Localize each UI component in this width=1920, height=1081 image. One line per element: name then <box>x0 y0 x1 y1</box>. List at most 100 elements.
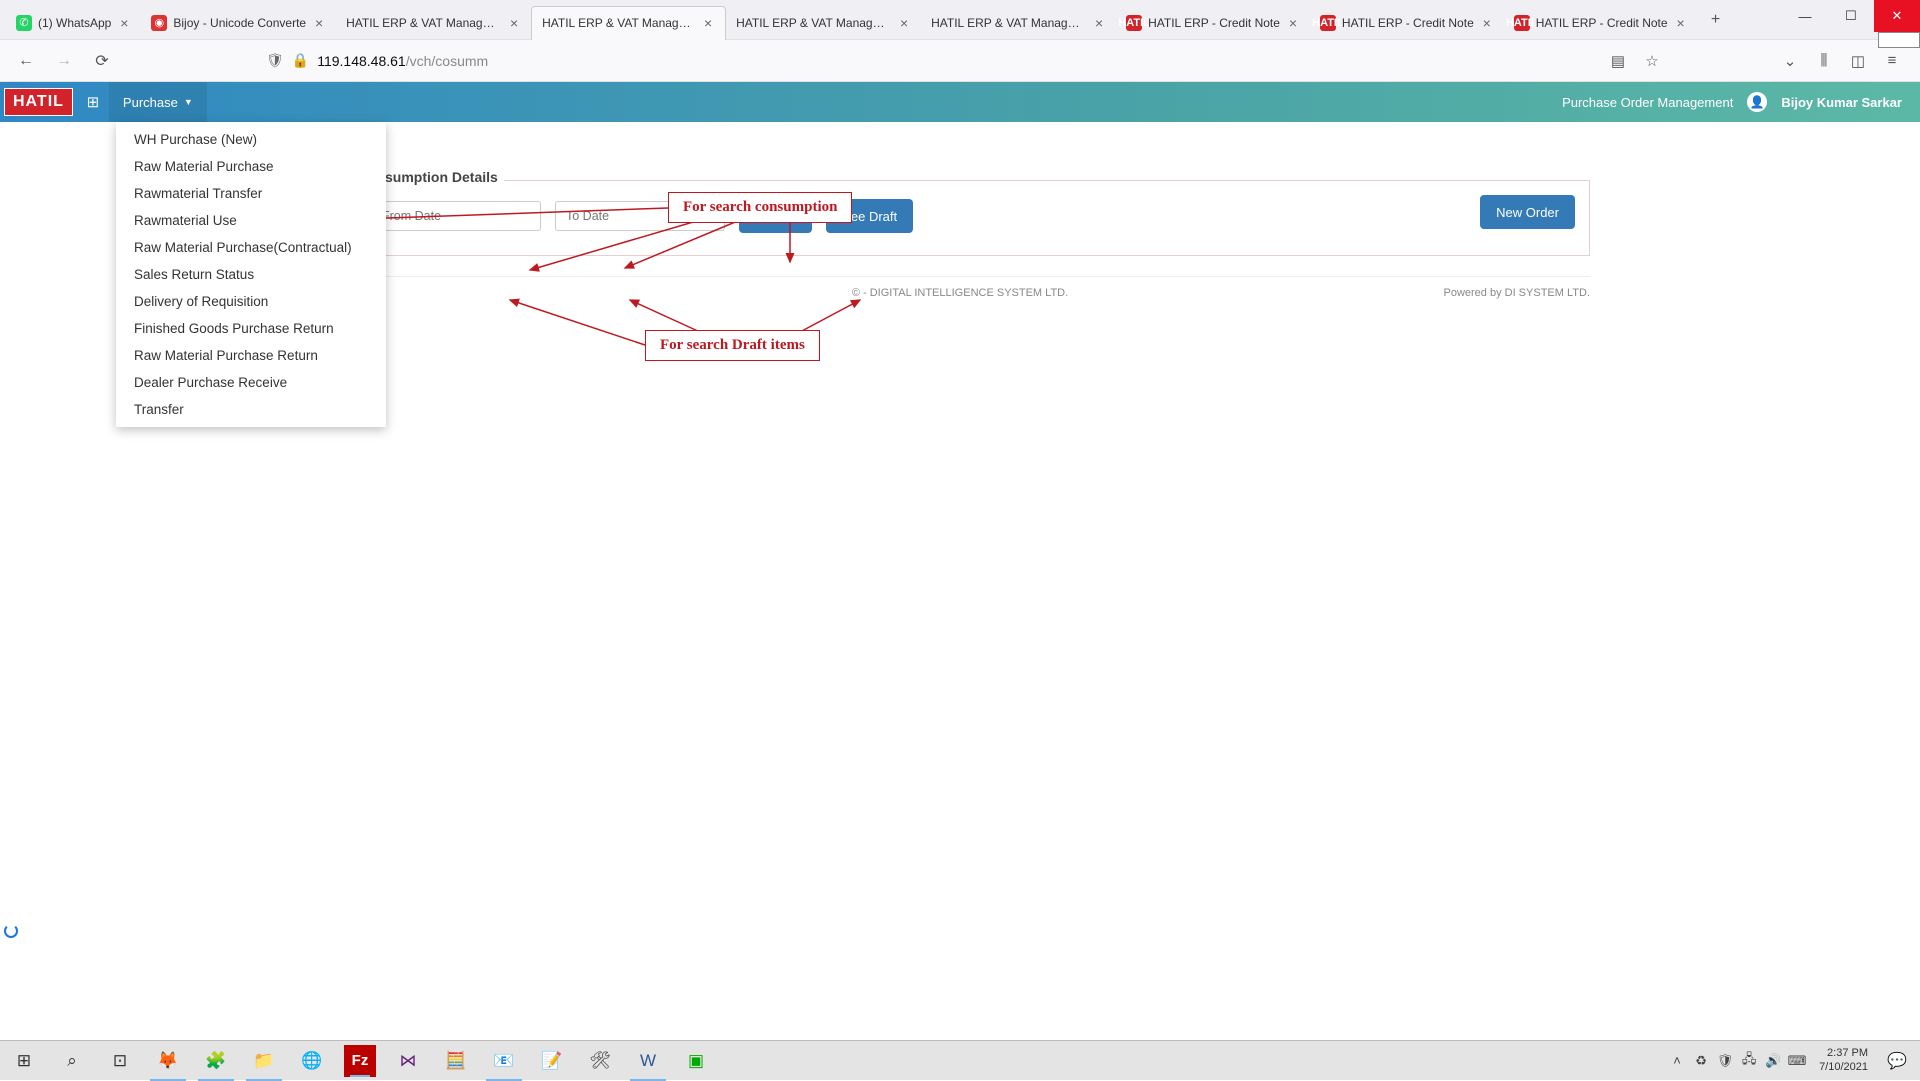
dd-raw-material-return[interactable]: Raw Material Purchase Return <box>116 342 386 369</box>
forward-button[interactable]: → <box>50 47 78 75</box>
tab-title: HATIL ERP - Credit Note <box>1536 16 1668 30</box>
window-close[interactable]: ✕ Close <box>1874 0 1920 32</box>
purchase-dropdown: WH Purchase (New) Raw Material Purchase … <box>116 122 386 427</box>
chrome-taskbar[interactable]: 🌐 <box>288 1041 336 1081</box>
reload-button[interactable]: ⟳ <box>88 47 116 75</box>
terminal-taskbar[interactable]: ▣ <box>672 1041 720 1081</box>
dd-raw-material-contractual[interactable]: Raw Material Purchase(Contractual) <box>116 234 386 261</box>
tab-hatil-4[interactable]: HATIL ERP & VAT Manageme × <box>921 6 1116 40</box>
new-tab-button[interactable]: + <box>1702 6 1730 34</box>
taskbar: ⊞ ⌕ ⊡ 🦊 🧩 📁 🌐 Fz ⋈ 🧮 📧 📝 🛠 W ▣ ˄ ♻ 🛡 🖧 🔊… <box>0 1040 1920 1080</box>
tray-sync-icon[interactable]: ♻ <box>1691 1051 1711 1071</box>
calculator-taskbar[interactable]: 🧮 <box>432 1041 480 1081</box>
tab-bijoy[interactable]: ◉ Bijoy - Unicode Converte × <box>141 6 336 40</box>
tab-title: HATIL ERP - Credit Note <box>1342 16 1474 30</box>
app-taskbar-2[interactable]: 🛠 <box>576 1041 624 1081</box>
tab-title: (1) WhatsApp <box>38 16 111 30</box>
filezilla-taskbar[interactable]: Fz <box>344 1045 376 1077</box>
tab-title: Bijoy - Unicode Converte <box>173 16 306 30</box>
new-order-button[interactable]: New Order <box>1480 195 1575 229</box>
bookmark-icon[interactable]: ☆ <box>1642 51 1662 71</box>
close-icon[interactable]: × <box>1286 16 1300 30</box>
dd-transfer[interactable]: Transfer <box>116 396 386 423</box>
tab-hatil-active[interactable]: HATIL ERP & VAT Manageme × <box>531 6 726 40</box>
back-button[interactable]: ← <box>12 47 40 75</box>
menu-icon[interactable]: ≡ <box>1882 51 1902 71</box>
close-icon[interactable]: × <box>701 16 715 30</box>
window-minimize[interactable]: — <box>1782 0 1828 32</box>
start-button[interactable]: ⊞ <box>0 1041 48 1081</box>
app-taskbar-1[interactable]: 🧩 <box>192 1041 240 1081</box>
tray-network-icon[interactable]: 🖧 <box>1739 1051 1759 1071</box>
lock-icon: 🔒 <box>292 52 309 69</box>
sidebar-icon[interactable]: ◫ <box>1848 51 1868 71</box>
tab-hatil-1[interactable]: HATIL ERP & VAT Manageme × <box>336 6 531 40</box>
dd-delivery-requisition[interactable]: Delivery of Requisition <box>116 288 386 315</box>
tray-chevron-icon[interactable]: ˄ <box>1667 1051 1687 1071</box>
tab-title: HATIL ERP - Credit Note <box>1148 16 1280 30</box>
panel-title: sumption Details <box>379 169 504 185</box>
notification-button[interactable]: 💬 <box>1880 1041 1914 1081</box>
close-icon[interactable]: × <box>312 16 326 30</box>
library-icon[interactable]: ⫼ <box>1814 51 1834 71</box>
logo[interactable]: HATIL <box>4 88 73 116</box>
hatil-icon: HATIL <box>1126 15 1142 31</box>
firefox-taskbar[interactable]: 🦊 <box>144 1041 192 1081</box>
pocket-icon[interactable]: ⌄ <box>1780 51 1800 71</box>
consumption-panel: sumption Details New Order Search See Dr… <box>330 180 1590 256</box>
tray-lang-icon[interactable]: ⌨ <box>1787 1051 1807 1071</box>
dd-sales-return-status[interactable]: Sales Return Status <box>116 261 386 288</box>
user-name[interactable]: Bijoy Kumar Sarkar <box>1781 95 1902 110</box>
browser-tab-strip: ✆ (1) WhatsApp × ◉ Bijoy - Unicode Conve… <box>0 0 1920 40</box>
dd-finished-goods-return[interactable]: Finished Goods Purchase Return <box>116 315 386 342</box>
tab-title: HATIL ERP & VAT Manageme <box>346 16 501 30</box>
whatsapp-icon: ✆ <box>16 15 32 31</box>
word-taskbar[interactable]: W <box>624 1041 672 1081</box>
loading-spinner-icon <box>4 924 18 938</box>
close-icon[interactable]: × <box>1092 16 1106 30</box>
taskbar-clock[interactable]: 2:37 PM 7/10/2021 <box>1811 1047 1876 1075</box>
browser-toolbar: ← → ⟳ 🛡 🔒 119.148.48.61/vch/cosumm ▤ ☆ ⌄… <box>0 40 1920 82</box>
tray-volume-icon[interactable]: 🔊 <box>1763 1051 1783 1071</box>
notes-taskbar[interactable]: 📝 <box>528 1041 576 1081</box>
dd-rawmaterial-transfer[interactable]: Rawmaterial Transfer <box>116 180 386 207</box>
search-button-taskbar[interactable]: ⌕ <box>48 1041 96 1081</box>
close-icon[interactable]: × <box>507 16 521 30</box>
hatil-icon: HATIL <box>1514 15 1530 31</box>
dd-raw-material-purchase[interactable]: Raw Material Purchase <box>116 153 386 180</box>
close-icon[interactable]: × <box>1480 16 1494 30</box>
tab-credit-3[interactable]: HATIL HATIL ERP - Credit Note × <box>1504 6 1698 40</box>
close-tooltip: Close <box>1878 32 1920 48</box>
from-date-input[interactable] <box>371 201 541 231</box>
task-view-button[interactable]: ⊡ <box>96 1041 144 1081</box>
visualstudio-taskbar[interactable]: ⋈ <box>384 1041 432 1081</box>
close-icon[interactable]: × <box>1674 16 1688 30</box>
tab-whatsapp[interactable]: ✆ (1) WhatsApp × <box>6 6 141 40</box>
caret-down-icon: ▼ <box>184 97 193 107</box>
avatar[interactable]: 👤 <box>1747 92 1767 112</box>
apps-icon[interactable]: ⊞ <box>77 86 109 118</box>
tab-title: HATIL ERP & VAT Manageme <box>931 16 1086 30</box>
tab-credit-2[interactable]: HATIL HATIL ERP - Credit Note × <box>1310 6 1504 40</box>
reader-icon[interactable]: ▤ <box>1608 51 1628 71</box>
dd-dealer-purchase-receive[interactable]: Dealer Purchase Receive <box>116 369 386 396</box>
close-icon[interactable]: × <box>897 16 911 30</box>
tab-hatil-3[interactable]: HATIL ERP & VAT Manageme × <box>726 6 921 40</box>
annotation-search-consumption: For search consumption <box>668 192 852 223</box>
address-bar[interactable]: 🛡 🔒 119.148.48.61/vch/cosumm <box>256 45 1498 77</box>
purchase-menu[interactable]: Purchase ▼ <box>109 82 207 122</box>
hatil-icon: HATIL <box>1320 15 1336 31</box>
clock-time: 2:37 PM <box>1819 1047 1868 1061</box>
explorer-taskbar[interactable]: 📁 <box>240 1041 288 1081</box>
tab-credit-1[interactable]: HATIL HATIL ERP - Credit Note × <box>1116 6 1310 40</box>
tab-title: HATIL ERP & VAT Manageme <box>736 16 891 30</box>
dd-rawmaterial-use[interactable]: Rawmaterial Use <box>116 207 386 234</box>
url-text: 119.148.48.61/vch/cosumm <box>317 53 488 69</box>
dd-wh-purchase[interactable]: WH Purchase (New) <box>116 126 386 153</box>
bijoy-icon: ◉ <box>151 15 167 31</box>
footer-right: Powered by DI SYSTEM LTD. <box>1443 287 1590 299</box>
tray-security-icon[interactable]: 🛡 <box>1715 1051 1735 1071</box>
close-icon[interactable]: × <box>117 16 131 30</box>
window-maximize[interactable]: ☐ <box>1828 0 1874 32</box>
mail-taskbar[interactable]: 📧 <box>480 1041 528 1081</box>
